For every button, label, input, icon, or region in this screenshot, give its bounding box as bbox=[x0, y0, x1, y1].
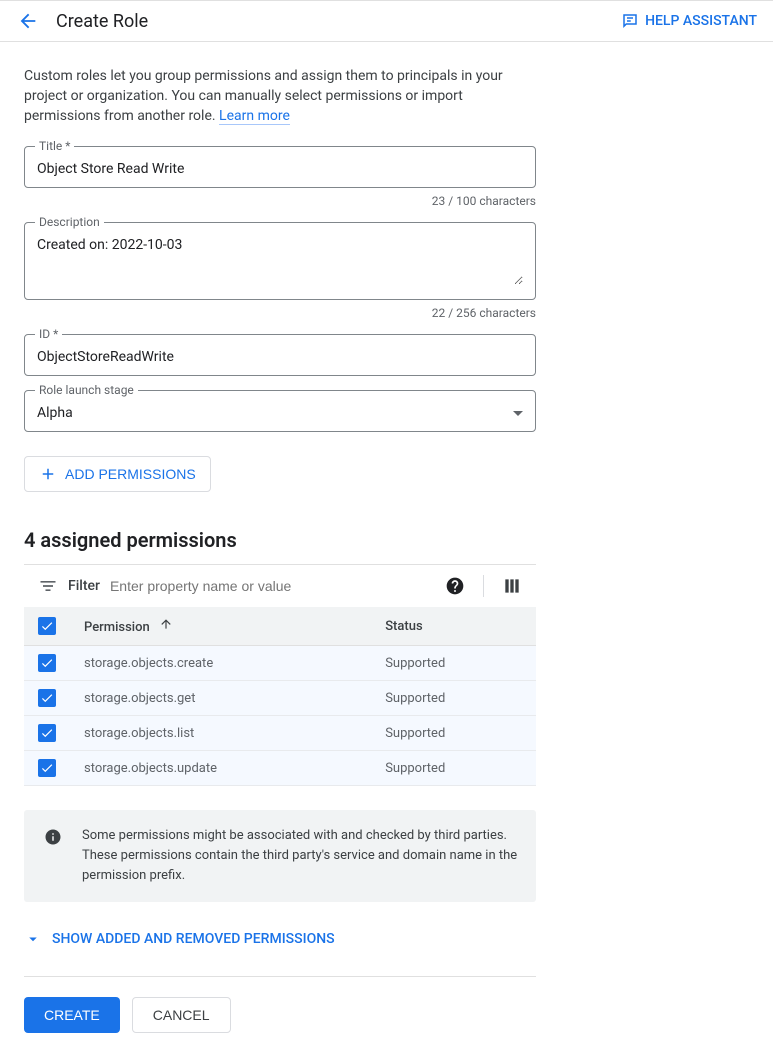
filter-icon bbox=[38, 576, 58, 596]
chevron-down-icon bbox=[24, 930, 42, 948]
columns-icon[interactable] bbox=[502, 576, 522, 596]
id-input[interactable] bbox=[37, 349, 523, 365]
title-field-border: Title * bbox=[24, 146, 536, 188]
title-input[interactable] bbox=[37, 161, 523, 177]
stage-label: Role launch stage bbox=[35, 383, 138, 397]
row-checkbox[interactable] bbox=[38, 724, 56, 742]
filter-actions bbox=[445, 575, 522, 597]
permissions-table-container: Filter Permission Status bbox=[24, 564, 536, 786]
create-button[interactable]: CREATE bbox=[24, 997, 120, 1033]
sort-up-icon bbox=[159, 617, 173, 635]
status-cell: Supported bbox=[371, 681, 536, 716]
permission-cell: storage.objects.get bbox=[70, 681, 371, 716]
learn-more-link[interactable]: Learn more bbox=[219, 108, 290, 125]
chevron-down-icon bbox=[513, 411, 523, 416]
description-char-count: 22 / 256 characters bbox=[24, 306, 536, 320]
show-added-label: SHOW ADDED AND REMOVED PERMISSIONS bbox=[52, 931, 335, 947]
title-char-count: 23 / 100 characters bbox=[24, 194, 536, 208]
select-all-checkbox[interactable] bbox=[38, 617, 56, 635]
permissions-tbody: storage.objects.create Supported storage… bbox=[24, 646, 536, 786]
description-field-group: Description bbox=[24, 222, 536, 300]
filter-bar: Filter bbox=[24, 565, 536, 607]
permission-column-label: Permission bbox=[84, 620, 150, 635]
show-added-removed-toggle[interactable]: SHOW ADDED AND REMOVED PERMISSIONS bbox=[24, 930, 536, 948]
status-cell: Supported bbox=[371, 751, 536, 786]
footer-buttons: CREATE CANCEL bbox=[24, 976, 536, 1033]
filter-input[interactable] bbox=[110, 578, 435, 594]
permission-cell: storage.objects.update bbox=[70, 751, 371, 786]
description-field-border: Description bbox=[24, 222, 536, 300]
status-cell: Supported bbox=[371, 646, 536, 681]
id-field-group: ID * bbox=[24, 334, 536, 376]
help-icon[interactable] bbox=[445, 576, 465, 596]
permission-cell: storage.objects.create bbox=[70, 646, 371, 681]
row-checkbox[interactable] bbox=[38, 689, 56, 707]
row-checkbox[interactable] bbox=[38, 759, 56, 777]
help-assistant-button[interactable]: HELP ASSISTANT bbox=[621, 12, 757, 30]
id-field-border: ID * bbox=[24, 334, 536, 376]
table-row: storage.objects.create Supported bbox=[24, 646, 536, 681]
header-left: Create Role bbox=[16, 9, 148, 33]
stage-value: Alpha bbox=[37, 405, 73, 421]
divider bbox=[483, 575, 484, 597]
select-all-header bbox=[24, 607, 70, 646]
back-arrow-icon[interactable] bbox=[16, 9, 40, 33]
content: Custom roles let you group permissions a… bbox=[0, 42, 560, 1057]
row-checkbox[interactable] bbox=[38, 654, 56, 672]
table-row: storage.objects.get Supported bbox=[24, 681, 536, 716]
page-title: Create Role bbox=[56, 11, 148, 32]
table-header-row: Permission Status bbox=[24, 607, 536, 646]
info-icon bbox=[44, 828, 62, 846]
cancel-button[interactable]: CANCEL bbox=[132, 997, 231, 1033]
info-text: Some permissions might be associated wit… bbox=[82, 828, 517, 883]
status-cell: Supported bbox=[371, 716, 536, 751]
title-field-group: Title * bbox=[24, 146, 536, 188]
filter-label: Filter bbox=[68, 578, 100, 594]
intro-text: Custom roles let you group permissions a… bbox=[24, 66, 536, 126]
stage-select[interactable]: Role launch stage Alpha bbox=[24, 390, 536, 432]
description-label: Description bbox=[35, 215, 104, 229]
plus-icon bbox=[39, 465, 57, 483]
permissions-table: Permission Status storage.objects.create… bbox=[24, 607, 536, 786]
table-row: storage.objects.update Supported bbox=[24, 751, 536, 786]
add-permissions-label: ADD PERMISSIONS bbox=[65, 466, 196, 482]
description-textarea[interactable] bbox=[37, 237, 523, 285]
stage-field-group: Role launch stage Alpha bbox=[24, 390, 536, 432]
status-column-header[interactable]: Status bbox=[371, 607, 536, 646]
chat-icon bbox=[621, 12, 639, 30]
table-row: storage.objects.list Supported bbox=[24, 716, 536, 751]
add-permissions-button[interactable]: ADD PERMISSIONS bbox=[24, 456, 211, 492]
assigned-permissions-heading: 4 assigned permissions bbox=[24, 528, 536, 552]
title-label: Title * bbox=[35, 139, 74, 153]
info-box: Some permissions might be associated wit… bbox=[24, 810, 536, 902]
page-header: Create Role HELP ASSISTANT bbox=[0, 0, 773, 42]
permission-column-header[interactable]: Permission bbox=[70, 607, 371, 646]
id-label: ID * bbox=[35, 327, 62, 341]
permission-cell: storage.objects.list bbox=[70, 716, 371, 751]
help-assistant-label: HELP ASSISTANT bbox=[645, 13, 757, 29]
